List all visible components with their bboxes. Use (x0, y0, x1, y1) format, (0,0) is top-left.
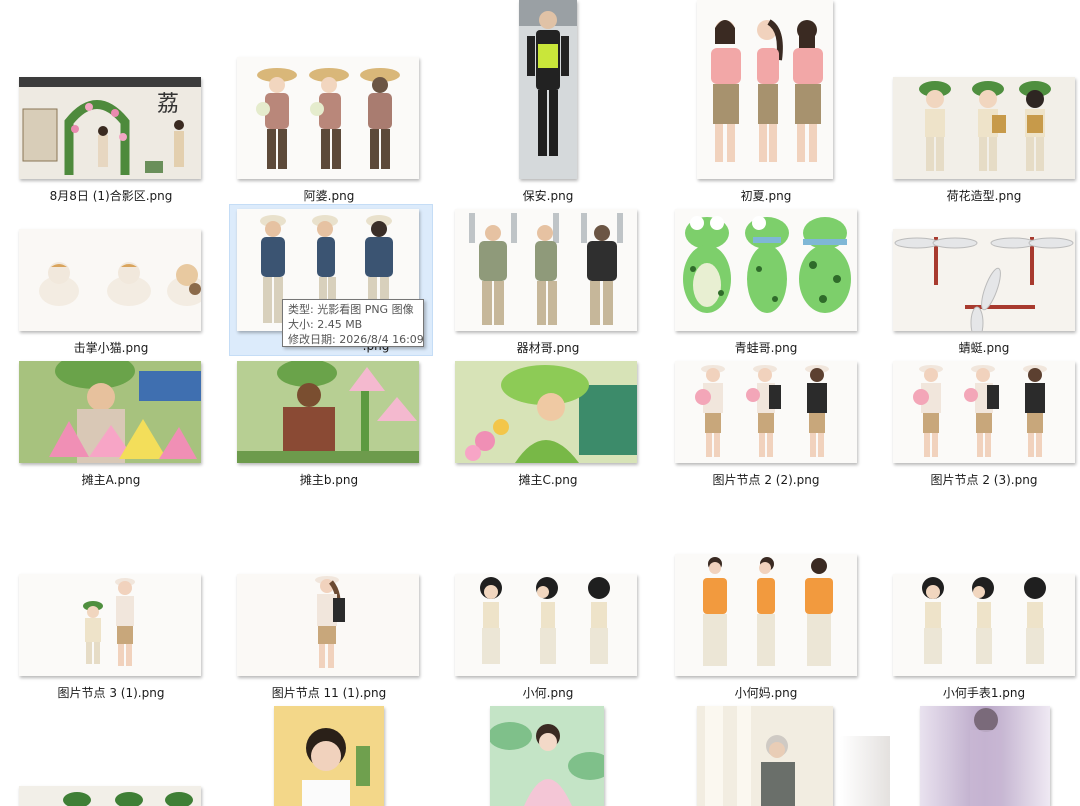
file-thumbnail[interactable] (490, 706, 604, 806)
file-name: 摊主C.png (518, 473, 578, 487)
file-name: 击掌小猫.png (73, 341, 149, 355)
file-name: 摊主A.png (81, 473, 141, 487)
file-thumbnail[interactable] (19, 229, 201, 331)
file-name: 蜻蜓.png (958, 341, 1010, 355)
file-name: 初夏.png (740, 189, 792, 203)
file-name: 图片节点 3 (1).png (57, 686, 165, 700)
file-name: 小何手表1.png (942, 686, 1026, 700)
file-thumbnail[interactable] (675, 209, 857, 331)
file-name: 荷花造型.png (946, 189, 1022, 203)
file-name: 图片节点 11 (1).png (271, 686, 387, 700)
file-thumbnail[interactable] (675, 554, 857, 676)
poster-character: 荔 (157, 92, 179, 117)
file-name: 青蛙哥.png (734, 341, 798, 355)
file-name: 8月8日 (1)合影区.png (49, 189, 173, 203)
file-thumbnail[interactable] (237, 361, 419, 463)
file-thumbnail[interactable] (519, 0, 577, 179)
file-name: 保安.png (522, 189, 574, 203)
file-thumbnail[interactable] (840, 736, 890, 806)
file-name: 摊主b.png (299, 473, 359, 487)
file-thumbnail[interactable] (893, 361, 1075, 463)
file-thumbnail[interactable] (237, 574, 419, 676)
file-thumbnail[interactable] (697, 0, 833, 179)
file-thumbnail[interactable] (19, 574, 201, 676)
file-name: 器材哥.png (516, 341, 580, 355)
file-thumbnail[interactable] (19, 361, 201, 463)
tooltip-modified: 修改日期: 2026/8/4 16:09 (288, 333, 424, 346)
file-thumbnail[interactable] (19, 786, 201, 806)
file-info-tooltip: 类型: 光影看图 PNG 图像 大小: 2.45 MB 修改日期: 2026/8… (282, 299, 424, 347)
file-thumbnail[interactable] (893, 77, 1075, 179)
file-name: 图片节点 2 (3).png (930, 473, 1038, 487)
file-thumbnail[interactable] (274, 706, 384, 806)
file-thumbnail[interactable] (697, 706, 833, 806)
file-thumbnail[interactable]: 荔 (19, 77, 201, 179)
tooltip-size: 大小: 2.45 MB (288, 318, 363, 331)
file-thumbnail[interactable] (920, 706, 1050, 806)
file-thumbnail[interactable] (455, 361, 637, 463)
file-thumbnail[interactable] (675, 361, 857, 463)
photo-area-thumbnail: 荔 (19, 77, 201, 179)
file-thumbnail[interactable] (237, 57, 419, 179)
file-name: 小何.png (522, 686, 574, 700)
file-name: 小何妈.png (734, 686, 798, 700)
file-name: 图片节点 2 (2).png (712, 473, 820, 487)
file-thumbnail[interactable] (893, 574, 1075, 676)
file-thumbnail[interactable] (455, 209, 637, 331)
file-thumbnail[interactable] (455, 574, 637, 676)
file-name: 阿婆.png (303, 189, 355, 203)
file-thumbnail[interactable] (893, 229, 1075, 331)
tooltip-type: 类型: 光影看图 PNG 图像 (288, 303, 414, 316)
